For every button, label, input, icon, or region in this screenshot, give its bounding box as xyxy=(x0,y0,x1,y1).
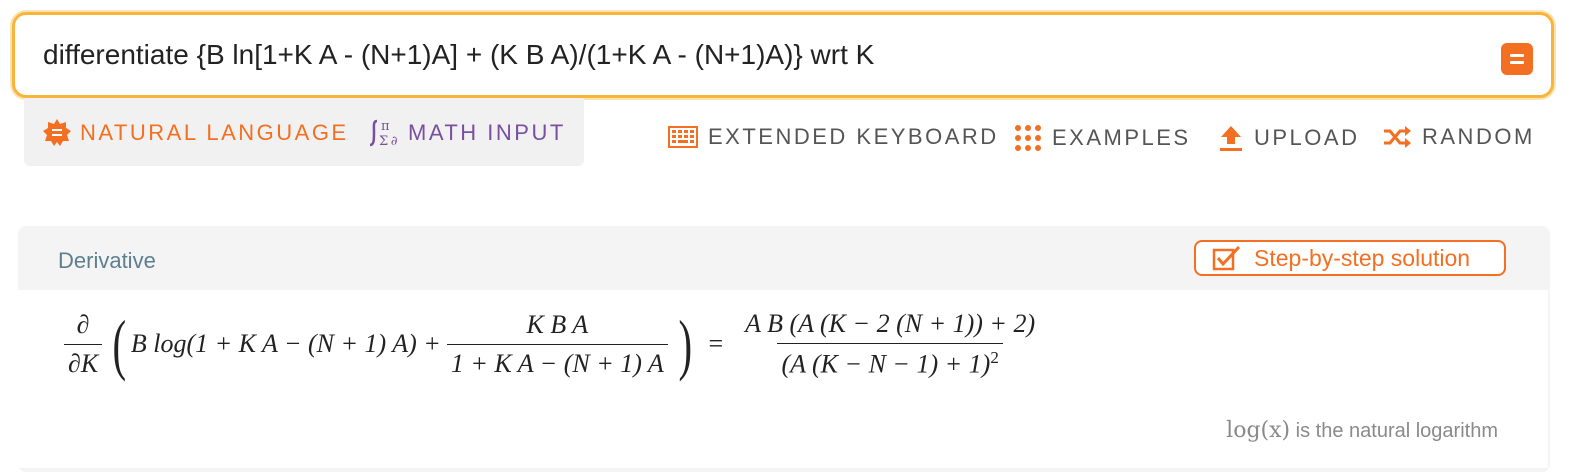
pod-footnote: log(x) is the natural logarithm xyxy=(18,400,1548,468)
equals-icon[interactable] xyxy=(1501,43,1533,75)
examples-label: EXAMPLES xyxy=(1052,125,1191,150)
equals-sign: = xyxy=(708,329,724,358)
checkbox-icon xyxy=(1212,245,1241,271)
derivative-formula: ∂ ∂K ( B log(1 + K A − (N + 1) A) + K B … xyxy=(58,294,1045,394)
log-footnote: log(x) is the natural logarithm xyxy=(1226,418,1498,443)
result-content: ∂ ∂K ( B log(1 + K A − (N + 1) A) + K B … xyxy=(18,290,1548,400)
upload-arrow-icon xyxy=(1220,126,1242,151)
math-input-tab[interactable]: π Σ∂ MATH INPUT xyxy=(368,118,566,148)
svg-text:Σ∂: Σ∂ xyxy=(379,134,400,148)
fraction-term: K B A 1 + K A − (N + 1) A xyxy=(446,309,668,379)
search-input[interactable]: differentiate {B ln[1+K A - (N+1)A] + (K… xyxy=(43,39,874,71)
pod-title: Derivative xyxy=(58,248,156,273)
result-denominator: (A (K − N − 1) + 1)2 xyxy=(777,342,1003,380)
log-term: B log(1 + K A − (N + 1) A) + xyxy=(130,329,441,358)
result-denominator-base: (A (K − N − 1) + 1) xyxy=(781,349,991,379)
upload-label: UPLOAD xyxy=(1254,125,1360,150)
step-by-step-label: Step-by-step solution xyxy=(1254,244,1471,271)
fraction-denominator: 1 + K A − (N + 1) A xyxy=(446,343,668,379)
random-label: RANDOM xyxy=(1422,124,1535,149)
math-input-label: MATH INPUT xyxy=(408,120,566,145)
right-paren: ) xyxy=(678,306,692,382)
log-footnote-text: is the natural logarithm xyxy=(1290,420,1498,442)
result-numerator: A B (A (K − 2 (N + 1)) + 2) xyxy=(745,308,1036,338)
natural-language-tab[interactable]: NATURAL LANGUAGE xyxy=(42,118,349,148)
search-bar[interactable]: differentiate {B ln[1+K A - (N+1)A] + (K… xyxy=(12,12,1554,98)
extended-keyboard-label: EXTENDED KEYBOARD xyxy=(708,124,999,149)
svg-text:π: π xyxy=(381,119,392,134)
natural-language-label: NATURAL LANGUAGE xyxy=(80,120,349,145)
extended-keyboard-button[interactable]: EXTENDED KEYBOARD xyxy=(668,124,999,150)
result-exponent: 2 xyxy=(990,347,999,367)
examples-button[interactable]: EXAMPLES xyxy=(1014,124,1191,152)
dots-grid-icon xyxy=(1015,125,1041,151)
fraction-numerator: K B A xyxy=(526,309,589,339)
keyboard-icon xyxy=(668,126,698,148)
left-paren: ( xyxy=(112,306,127,382)
partial-operator: ∂ ∂K xyxy=(64,309,103,379)
integral-pi-sigma-icon: π Σ∂ xyxy=(369,119,400,148)
step-by-step-button[interactable]: Step-by-step solution xyxy=(1194,240,1506,276)
partial-numerator: ∂ xyxy=(76,309,90,339)
derivative-pod: Derivative Step-by-step solution ∂ ∂K ( … xyxy=(18,226,1550,472)
sun-badge-icon xyxy=(43,119,71,146)
result-fraction: A B (A (K − 2 (N + 1)) + 2) (A (K − N − … xyxy=(741,309,1039,380)
upload-button[interactable]: UPLOAD xyxy=(1218,124,1359,152)
log-x-math: log(x) xyxy=(1226,418,1291,443)
shuffle-icon xyxy=(1384,126,1411,148)
random-button[interactable]: RANDOM xyxy=(1382,124,1535,150)
input-mode-tabs: NATURAL LANGUAGE π Σ∂ MATH INPUT xyxy=(24,98,584,166)
partial-denominator: ∂K xyxy=(64,343,103,379)
